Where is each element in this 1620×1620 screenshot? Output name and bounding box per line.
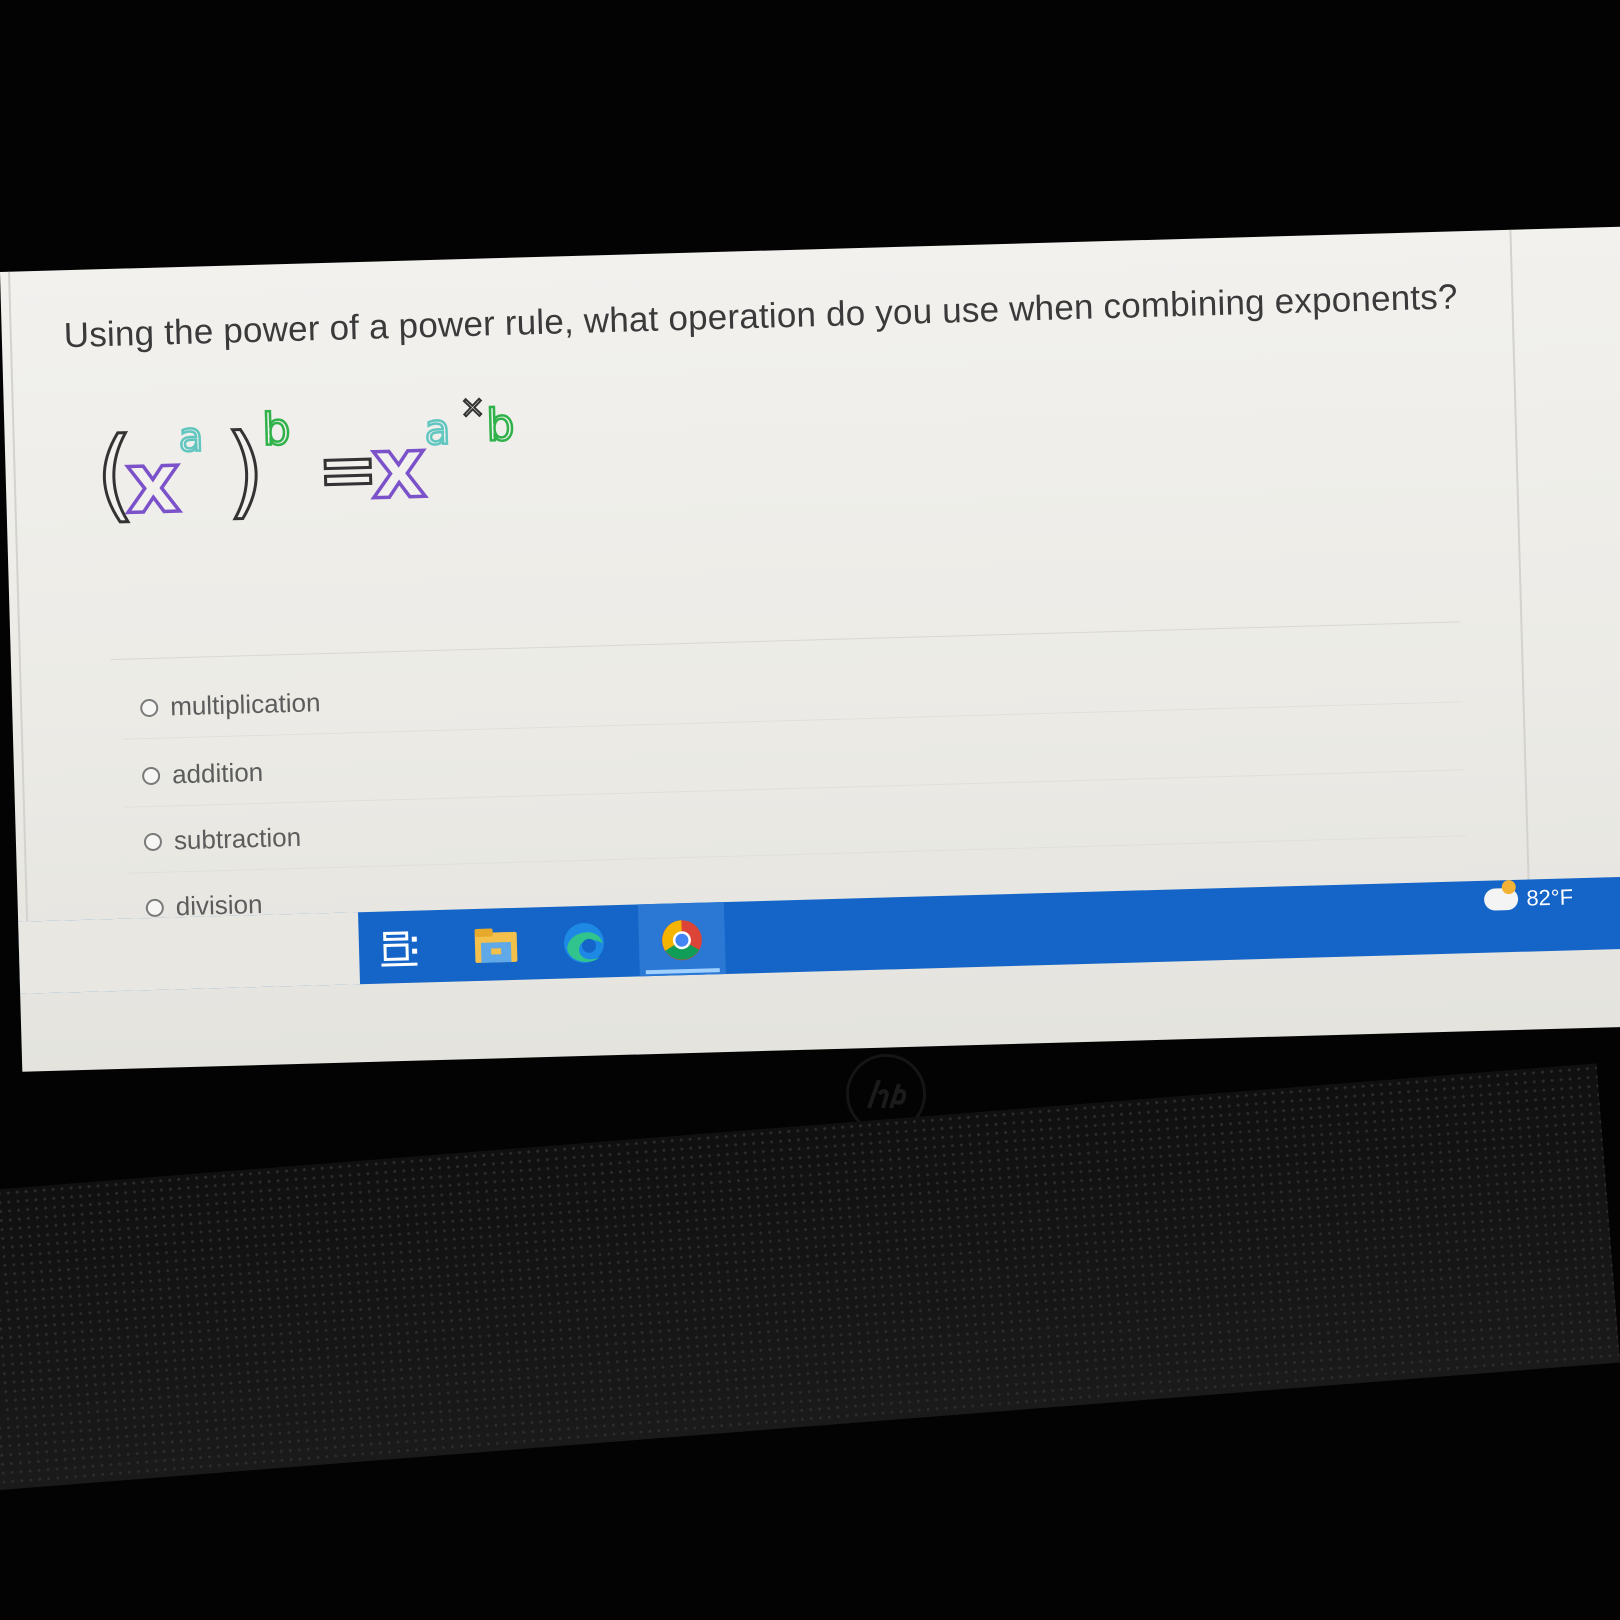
radio-button[interactable] <box>141 766 161 785</box>
option-separator <box>126 835 1467 874</box>
formula-inner-exponent: a <box>178 414 204 461</box>
formula-close-paren: ) <box>224 412 266 530</box>
formula-image: ( x a ) b = x a × b <box>94 389 517 532</box>
edge-icon[interactable] <box>558 917 609 968</box>
question-divider <box>110 621 1461 661</box>
taskbar-left-area <box>18 912 361 994</box>
weather-temperature: 82°F <box>1526 884 1574 911</box>
hp-logo-mark <box>867 1079 907 1109</box>
formula-rhs-exp-a: a <box>424 404 451 454</box>
option-label: subtraction <box>173 821 302 856</box>
chrome-icon[interactable] <box>656 915 707 966</box>
task-view-icon[interactable] <box>378 922 429 973</box>
radio-button[interactable] <box>145 898 165 917</box>
partly-cloudy-icon <box>1484 887 1519 911</box>
monitor-screen: Using the power of a power rule, what op… <box>0 226 1620 1072</box>
formula-rhs-times: × <box>459 390 485 426</box>
option-subtraction[interactable]: subtraction <box>143 821 302 857</box>
file-explorer-icon[interactable] <box>470 920 521 971</box>
radio-button[interactable] <box>143 832 163 851</box>
question-text: Using the power of a power rule, what op… <box>63 277 1459 356</box>
speaker-grill <box>0 1063 1620 1490</box>
formula-equals: = <box>316 427 379 513</box>
formula-base-x: x <box>125 433 182 531</box>
option-separator <box>124 769 1465 808</box>
formula-outer-exponent: b <box>262 404 291 456</box>
quiz-question-card: Using the power of a power rule, what op… <box>7 229 1532 994</box>
weather-widget[interactable]: 82°F <box>1484 884 1573 912</box>
option-label: multiplication <box>169 687 321 722</box>
option-separator <box>123 701 1463 740</box>
formula-rhs-exp-b: b <box>486 400 515 452</box>
option-addition[interactable]: addition <box>141 756 264 791</box>
option-multiplication[interactable]: multiplication <box>139 687 321 723</box>
formula-rhs-base: x <box>370 418 427 517</box>
option-label: addition <box>171 756 264 790</box>
radio-button[interactable] <box>139 698 159 717</box>
